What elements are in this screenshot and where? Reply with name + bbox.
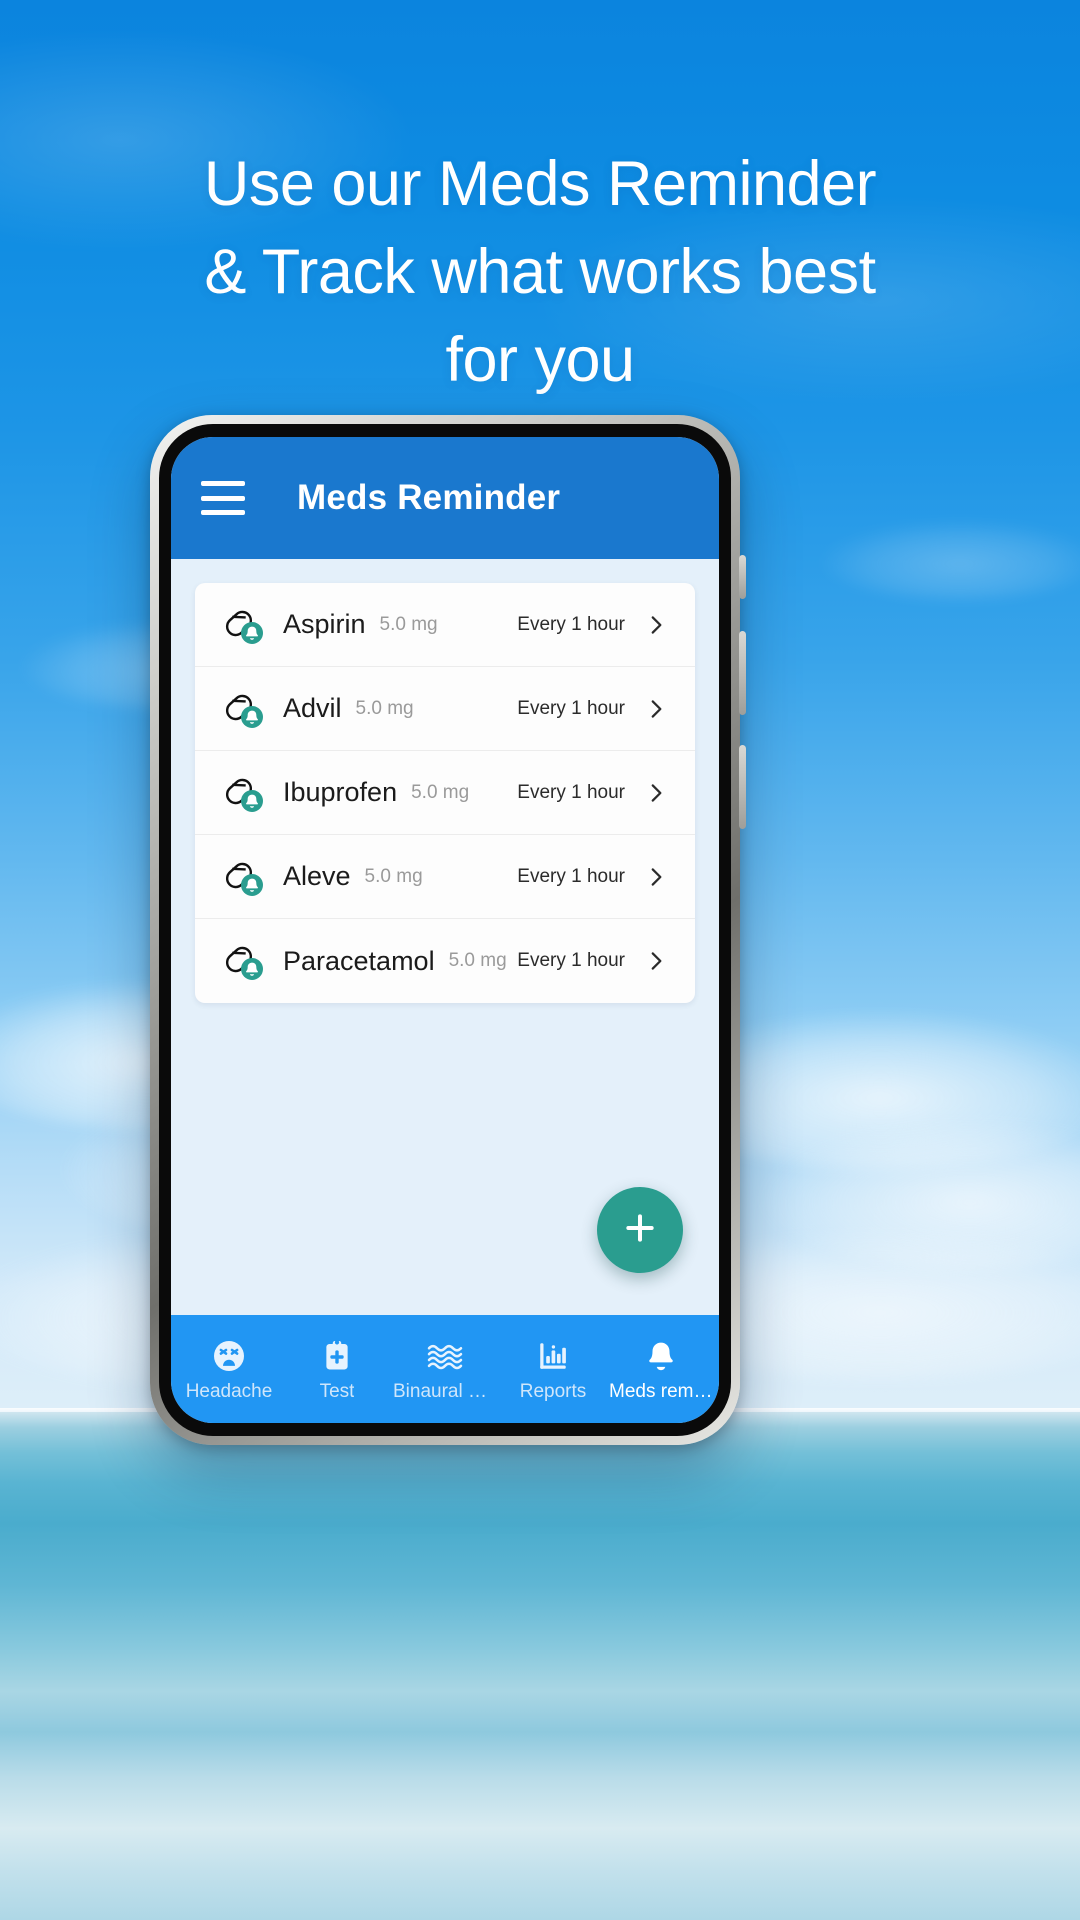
nav-label: Meds remin... [609,1381,713,1402]
nav-label: Binaural Be... [393,1381,497,1402]
promo-headline: Use our Meds Reminder & Track what works… [0,140,1080,404]
table-row[interactable]: Aleve 5.0 mg Every 1 hour [195,835,695,919]
bar-chart-icon [536,1337,570,1375]
nav-item-test[interactable]: Test [283,1315,391,1423]
medication-frequency: Every 1 hour [517,865,625,887]
content-area: Aspirin 5.0 mg Every 1 hour Advil 5.0 mg… [171,559,719,1315]
medication-name: Aspirin [283,609,366,639]
nav-label: Headache [185,1381,273,1402]
hamburger-menu-icon[interactable] [201,481,245,515]
bottom-navigation: Headache Test Binaural Be... Reports Med… [171,1315,719,1423]
pill-bell-icon [221,937,269,985]
phone-bezel: Meds Reminder Aspirin 5.0 mg Every 1 hou… [159,424,731,1436]
sound-waves-icon [425,1337,465,1375]
table-row[interactable]: Advil 5.0 mg Every 1 hour [195,667,695,751]
nav-item-headache[interactable]: Headache [175,1315,283,1423]
medication-list: Aspirin 5.0 mg Every 1 hour Advil 5.0 mg… [195,583,695,1003]
nav-label: Test [319,1381,355,1402]
medication-name: Advil [283,693,342,723]
phone-screen: Meds Reminder Aspirin 5.0 mg Every 1 hou… [171,437,719,1423]
medication-dose: 5.0 mg [355,697,414,719]
medication-dose: 5.0 mg [448,950,507,971]
medication-dose: 5.0 mg [411,781,470,803]
pill-bell-icon [221,685,269,733]
headline-line-3: for you [445,325,635,395]
medication-dose: 5.0 mg [379,613,438,635]
headline-line-1: Use our Meds Reminder [203,149,877,219]
bell-icon [644,1337,678,1375]
chevron-right-icon[interactable] [639,776,673,810]
add-medication-fab[interactable] [597,1187,683,1273]
headline-line-2: & Track what works best [204,237,876,307]
medication-name: Paracetamol [283,945,435,976]
nav-item-reports[interactable]: Reports [499,1315,607,1423]
sea-gradient [0,1412,1080,1920]
medication-frequency: Every 1 hour [517,950,625,971]
pill-bell-icon [221,853,269,901]
medication-dose: 5.0 mg [364,865,423,887]
medication-name: Ibuprofen [283,777,398,807]
table-row[interactable]: Ibuprofen 5.0 mg Every 1 hour [195,751,695,835]
chevron-right-icon[interactable] [639,944,673,978]
phone-mockup: Meds Reminder Aspirin 5.0 mg Every 1 hou… [150,415,746,1445]
medication-frequency: Every 1 hour [517,613,625,635]
chevron-right-icon[interactable] [639,860,673,894]
phone-side-button [739,555,746,599]
phone-volume-down-button [739,745,746,829]
medication-frequency: Every 1 hour [517,781,625,803]
medication-frequency: Every 1 hour [517,697,625,719]
app-bar: Meds Reminder [171,437,719,559]
medication-name: Aleve [283,861,351,891]
nav-item-meds-reminder[interactable]: Meds remin... [607,1315,715,1423]
clipboard-plus-icon [320,1337,354,1375]
pill-bell-icon [221,769,269,817]
chevron-right-icon[interactable] [639,608,673,642]
phone-volume-up-button [739,631,746,715]
nav-label: Reports [519,1381,587,1402]
table-row[interactable]: Aspirin 5.0 mg Every 1 hour [195,583,695,667]
page-title: Meds Reminder [297,478,561,517]
plus-icon [620,1208,660,1253]
pill-bell-icon [221,601,269,649]
headache-face-icon [211,1337,247,1375]
chevron-right-icon[interactable] [639,692,673,726]
table-row[interactable]: Paracetamol 5.0 mg Every 1 hour [195,919,695,1003]
nav-item-binaural-beats[interactable]: Binaural Be... [391,1315,499,1423]
